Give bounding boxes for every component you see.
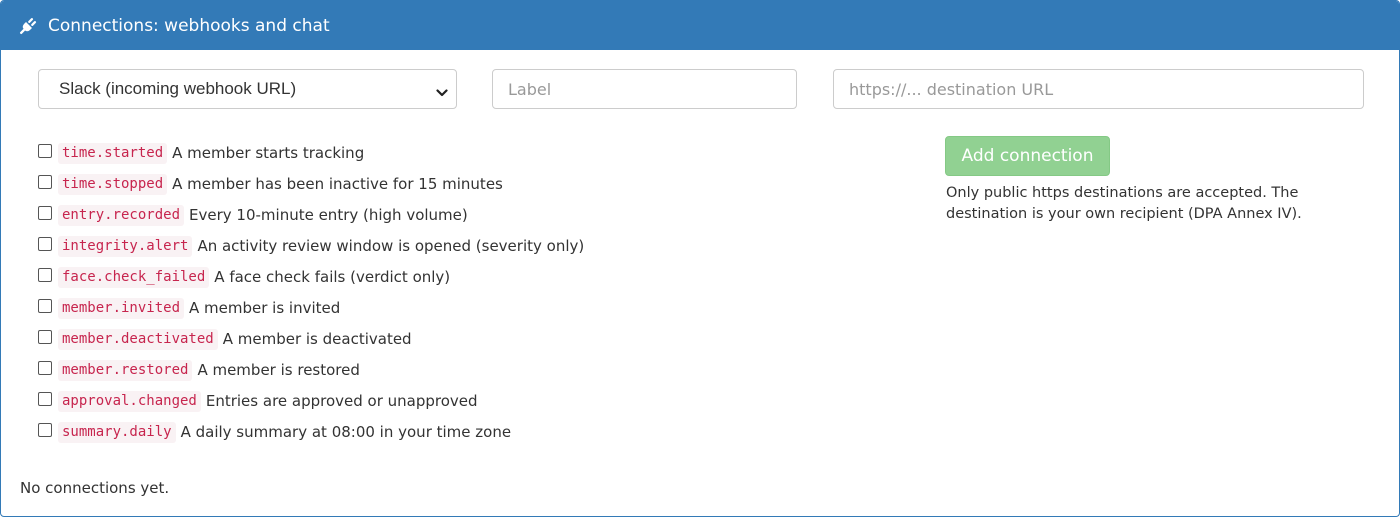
event-description: A member has been inactive for 15 minute… [172,175,503,193]
event-description: An activity review window is opened (sev… [197,237,585,255]
event-description: Entries are approved or unapproved [205,392,478,410]
event-description: A member is deactivated [222,330,412,348]
destination-type-value: Slack (incoming webhook URL) [59,79,297,98]
event-checkbox-time-started[interactable] [38,144,52,158]
event-code: approval.changed [58,391,201,412]
event-checkbox-integrity-alert[interactable] [38,237,52,251]
event-row: member.deactivated A member is deactivat… [38,327,584,358]
chevron-down-icon [436,84,448,97]
event-checkbox-member-restored[interactable] [38,361,52,375]
label-input[interactable]: Label [492,69,797,109]
event-code: entry.recorded [58,205,185,226]
event-checkbox-time-stopped[interactable] [38,175,52,189]
event-description: A face check fails (verdict only) [214,268,451,286]
label-placeholder: Label [508,79,552,99]
event-row: integrity.alert An activity review windo… [38,234,584,265]
event-description: A daily summary at 08:00 in your time zo… [180,423,512,441]
event-checkbox-face-check-failed[interactable] [38,268,52,282]
destination-help-text: Only public https destinations are accep… [946,185,1302,222]
event-checkbox-summary-daily[interactable] [38,423,52,437]
add-connection-button[interactable]: Add connection [945,136,1110,176]
event-code: member.invited [58,298,185,319]
event-row: member.restored A member is restored [38,358,584,389]
connections-panel: Connections: webhooks and chat Slack (in… [0,0,1400,517]
event-row: approval.changed Entries are approved or… [38,389,584,420]
event-description: Every 10-minute entry (high volume) [189,206,468,224]
plug-icon [19,17,37,35]
destination-url-placeholder: https://... destination URL [849,79,1054,99]
connections-empty-state: No connections yet. [20,479,170,497]
event-code: time.started [58,143,168,164]
event-list: time.started A member starts tracking ti… [38,141,584,451]
event-checkbox-member-invited[interactable] [38,299,52,313]
event-row: member.invited A member is invited [38,296,584,327]
event-checkbox-member-deactivated[interactable] [38,330,52,344]
event-description: A member starts tracking [172,144,365,162]
event-code: member.restored [58,360,193,381]
destination-type-select[interactable]: Slack (incoming webhook URL) [38,69,457,109]
panel-header: Connections: webhooks and chat [1,1,1399,50]
event-row: time.started A member starts tracking [38,141,584,172]
event-code: summary.daily [58,422,176,443]
event-row: face.check_failed A face check fails (ve… [38,265,584,296]
event-code: time.stopped [58,174,168,195]
event-row: summary.daily A daily summary at 08:00 i… [38,420,584,451]
event-checkbox-entry-recorded[interactable] [38,206,52,220]
event-description: A member is restored [197,361,360,379]
event-code: face.check_failed [58,267,210,288]
panel-title: Connections: webhooks and chat [48,15,330,36]
event-description: A member is invited [189,299,341,317]
destination-url-input[interactable]: https://... destination URL [833,69,1364,109]
event-code: integrity.alert [58,236,193,257]
event-row: entry.recorded Every 10-minute entry (hi… [38,203,584,234]
event-row: time.stopped A member has been inactive … [38,172,584,203]
event-code: member.deactivated [58,329,218,350]
event-checkbox-approval-changed[interactable] [38,392,52,406]
